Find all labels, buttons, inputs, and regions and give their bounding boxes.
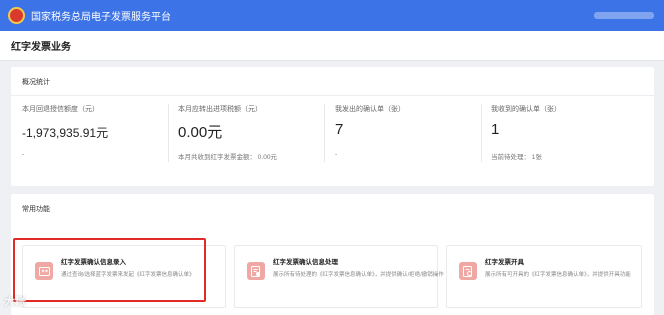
stat-value: 0.00元: [178, 124, 223, 141]
function-name: 红字发票确认信息录入: [61, 259, 126, 266]
stat-credit-return: 本月回退授信额度（元） -1,973,935.91元 -: [22, 104, 172, 174]
invoice-entry-icon: [35, 262, 53, 280]
function-name: 红字发票确认信息处理: [273, 259, 338, 266]
stat-divider: [481, 104, 482, 162]
stat-sent-confirmations: 我发出的确认单（张） 7 -: [335, 104, 485, 174]
stat-value: -1,973,935.91元: [22, 126, 109, 140]
page-header: 红字发票业务: [0, 31, 664, 61]
stat-divider: [168, 104, 169, 162]
stat-divider: [324, 104, 325, 162]
function-red-invoice-process[interactable]: 红字发票确认信息处理 展示所有待处理的《红字发票信息确认单》，并提供确认/拒绝/…: [234, 245, 444, 308]
stat-sub: -: [335, 151, 338, 158]
function-red-invoice-entry[interactable]: 红字发票确认信息录入 通过查询/选择蓝字发票来发起《红字发票信息确认单》: [22, 245, 226, 308]
function-red-invoice-issue[interactable]: 红字发票开具 展示所有可开具的《红字发票信息确认单》，并提供开具功能: [446, 245, 642, 308]
invoice-process-icon: [247, 262, 265, 280]
stat-value[interactable]: 7: [335, 121, 485, 138]
stat-sub: 本月共收到红字发票金额： 0.00元: [178, 154, 277, 161]
stat-label: 我发出的确认单（张）: [335, 106, 405, 113]
stat-label: 本月回退授信额度（元）: [22, 106, 99, 113]
invoice-issue-icon: [459, 262, 477, 280]
stat-label: 我收到的确认单（张）: [491, 106, 561, 113]
stat-sub[interactable]: 当前待处理： 1张: [491, 151, 542, 161]
tax-emblem-icon: [8, 7, 25, 24]
stat-value[interactable]: 1: [491, 121, 641, 138]
overview-title: 概况统计: [22, 79, 50, 86]
function-desc: 通过查询/选择蓝字发票来发起《红字发票信息确认单》: [61, 272, 195, 278]
function-desc: 展示所有待处理的《红字发票信息确认单》，并提供确认/拒绝/撤销操作: [273, 272, 444, 278]
function-desc: 展示所有可开具的《红字发票信息确认单》，并提供开具功能: [485, 272, 631, 278]
platform-title: 国家税务总局电子发票服务平台: [31, 12, 171, 23]
top-navbar: 国家税务总局电子发票服务平台: [0, 0, 664, 31]
stat-input-tax-transfer: 本月应转出进项税额（元） 0.00元 本月共收到红字发票金额： 0.00元: [178, 104, 328, 174]
stat-label: 本月应转出进项税额（元）: [178, 106, 262, 113]
watermark: 大账: [4, 296, 26, 308]
function-name: 红字发票开具: [485, 259, 524, 266]
overview-card: 概况统计 本月回退授信额度（元） -1,973,935.91元 - 本月应转出进…: [11, 67, 654, 186]
overview-divider: [11, 95, 654, 96]
user-account-menu[interactable]: [594, 12, 654, 19]
page-title: 红字发票业务: [11, 42, 71, 53]
functions-title: 常用功能: [22, 206, 50, 213]
stat-received-confirmations: 我收到的确认单（张） 1 当前待处理： 1张: [491, 104, 641, 174]
stat-sub: -: [22, 151, 25, 158]
